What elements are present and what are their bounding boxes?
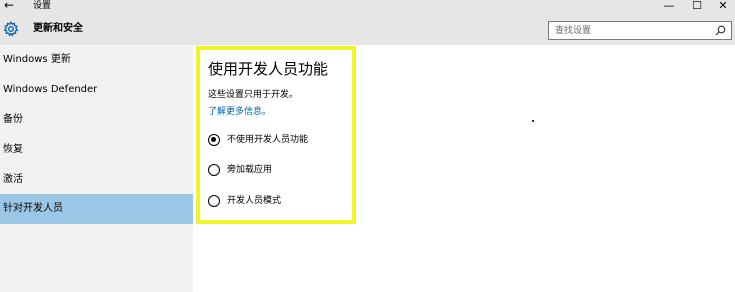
section-title: 更新和安全 [33,23,83,34]
sidebar-item-windows-defender[interactable]: Windows Defender [0,75,193,105]
window-title: 设置 [33,1,52,11]
search-input[interactable] [549,22,709,39]
sidebar: Windows 更新 Windows Defender 备份 恢复 激活 针对开… [0,45,193,292]
header: 更新和安全 [0,13,735,45]
close-button[interactable]: ✕ [708,0,735,13]
title-bar: ← 设置 — ☐ ✕ [0,0,735,13]
page-title: 使用开发人员功能 [208,60,329,78]
sidebar-item-backup[interactable]: 备份 [0,105,193,135]
radio-option-sideload-apps[interactable]: 旁加载应用 [208,162,272,178]
search-box[interactable] [548,21,732,40]
radio-button[interactable] [208,134,220,146]
radio-label: 旁加载应用 [227,165,273,175]
radio-option-no-dev-features[interactable]: 不使用开发人员功能 [208,132,308,148]
gear-icon [3,21,19,37]
radio-label: 不使用开发人员功能 [227,135,309,145]
cursor-dot [532,120,534,122]
sidebar-item-windows-update[interactable]: Windows 更新 [0,45,193,75]
learn-more-link[interactable]: 了解更多信息。 [208,106,271,118]
radio-button[interactable] [208,164,220,176]
sidebar-item-recovery[interactable]: 恢复 [0,135,193,165]
description-text: 这些设置只用于开发。 [208,90,299,100]
back-arrow-icon[interactable]: ← [4,0,22,12]
radio-button[interactable] [208,195,220,207]
radio-label: 开发人员模式 [227,196,282,206]
sidebar-item-activation[interactable]: 激活 [0,165,193,195]
minimize-button[interactable]: — [654,0,684,13]
radio-option-developer-mode[interactable]: 开发人员模式 [208,193,281,209]
search-icon[interactable] [715,25,726,36]
sidebar-item-for-developers[interactable]: 针对开发人员 [0,194,193,224]
